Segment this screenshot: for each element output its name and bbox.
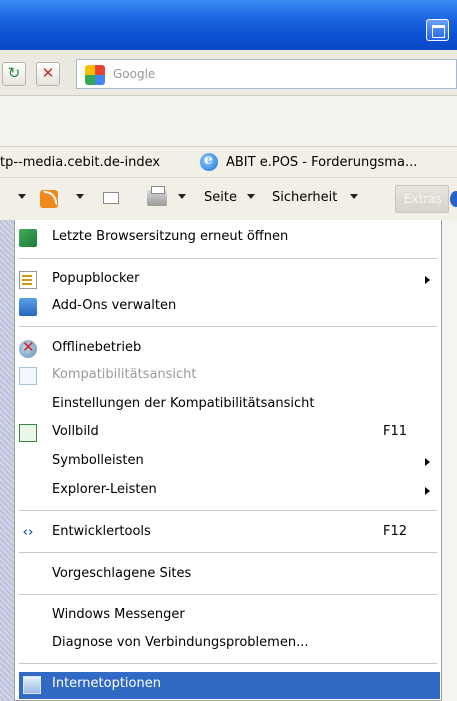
chevron-down-icon[interactable] xyxy=(178,194,186,199)
restore-session-icon xyxy=(19,229,37,247)
menu-item-internet-options[interactable]: Internetoptionen xyxy=(19,672,440,699)
ie-page-icon xyxy=(200,152,218,171)
submenu-arrow-icon xyxy=(425,276,430,284)
stop-icon[interactable]: ✕ xyxy=(36,62,60,86)
menu-item-compat-view: Kompatibilitätsansicht xyxy=(15,363,441,390)
menu-separator xyxy=(19,594,437,595)
menu-item-label: Einstellungen der Kompatibilitätsansicht xyxy=(52,396,315,411)
menu-item-label: Add-Ons verwalten xyxy=(52,298,177,313)
menu-item-label: Diagnose von Verbindungsproblemen... xyxy=(52,635,309,650)
menu-item-developer-tools[interactable]: ‹› Entwicklertools F12 xyxy=(15,520,441,547)
chevron-down-icon[interactable] xyxy=(247,194,255,199)
refresh-icon[interactable]: ↻ xyxy=(2,62,26,86)
chevron-down-icon[interactable] xyxy=(18,194,26,199)
google-icon xyxy=(85,65,105,85)
compat-view-icon xyxy=(19,367,37,385)
menu-item-label: Letzte Browsersitzung erneut öffnen xyxy=(52,229,289,244)
chevron-down-icon[interactable] xyxy=(350,194,358,199)
safety-menu-button[interactable]: Sicherheit xyxy=(272,190,337,205)
menu-item-compat-settings[interactable]: Einstellungen der Kompatibilitätsansicht xyxy=(15,392,441,419)
menu-separator xyxy=(19,552,437,553)
page-content-edge xyxy=(0,220,14,701)
menu-separator xyxy=(19,258,437,259)
menu-item-explorer-bars[interactable]: Explorer-Leisten xyxy=(15,478,441,505)
toolbar-spacer xyxy=(0,96,457,146)
menu-item-label: Kompatibilitätsansicht xyxy=(52,367,197,382)
menu-item-label: Entwicklertools xyxy=(52,524,151,539)
menu-separator xyxy=(19,663,437,664)
command-bar: Seite Sicherheit Extras xyxy=(0,178,457,220)
menu-separator xyxy=(19,326,437,327)
internet-options-icon xyxy=(23,676,41,694)
menu-item-label: Explorer-Leisten xyxy=(52,482,157,497)
menu-item-windows-messenger[interactable]: Windows Messenger xyxy=(15,603,441,630)
maximize-button[interactable] xyxy=(426,19,449,41)
addons-icon xyxy=(19,298,37,316)
menu-item-diagnose-connection[interactable]: Diagnose von Verbindungsproblemen... xyxy=(15,631,441,658)
extras-dropdown-menu: Letzte Browsersitzung erneut öffnen Popu… xyxy=(14,220,442,701)
fullscreen-icon xyxy=(19,424,37,442)
menu-item-label: Symbolleisten xyxy=(52,453,144,468)
extras-menu-button[interactable]: Extras xyxy=(395,185,449,213)
offline-icon xyxy=(19,338,37,358)
search-placeholder: Google xyxy=(113,67,156,81)
menu-item-label: Internetoptionen xyxy=(52,676,161,691)
extras-label: Extras xyxy=(404,192,442,206)
popup-blocker-icon xyxy=(19,271,37,289)
favorites-bar: tp--media.cebit.de-index ABIT e.POS - Fo… xyxy=(0,146,457,178)
address-toolbar: ↻ ✕ Google xyxy=(0,50,457,96)
title-bar xyxy=(0,0,457,50)
mail-icon[interactable] xyxy=(103,192,119,204)
menu-item-label: Popupblocker xyxy=(52,271,140,286)
submenu-arrow-icon xyxy=(425,458,430,466)
menu-item-manage-addons[interactable]: Add-Ons verwalten xyxy=(15,294,441,321)
print-icon[interactable] xyxy=(147,186,167,206)
favorite-link-cebit[interactable]: tp--media.cebit.de-index xyxy=(0,155,160,170)
menu-item-label: Windows Messenger xyxy=(52,607,185,622)
menu-item-label: Offlinebetrieb xyxy=(52,340,142,355)
shortcut-label: F11 xyxy=(383,424,408,439)
page-menu-button[interactable]: Seite xyxy=(204,190,237,205)
search-input[interactable]: Google xyxy=(76,59,457,89)
menu-item-offline[interactable]: Offlinebetrieb xyxy=(15,336,441,363)
menu-item-label: Vollbild xyxy=(52,424,99,439)
menu-item-fullscreen[interactable]: Vollbild F11 xyxy=(15,420,441,447)
shortcut-label: F12 xyxy=(383,524,408,539)
submenu-arrow-icon xyxy=(425,487,430,495)
help-icon[interactable] xyxy=(450,191,457,207)
menu-item-label: Vorgeschlagene Sites xyxy=(52,566,192,581)
menu-separator xyxy=(19,510,437,511)
menu-item-suggested-sites[interactable]: Vorgeschlagene Sites xyxy=(15,562,441,589)
chevron-down-icon[interactable] xyxy=(76,194,84,199)
menu-item-toolbars[interactable]: Symbolleisten xyxy=(15,449,441,476)
rss-feed-icon[interactable] xyxy=(40,190,58,208)
favorite-link-abit[interactable]: ABIT e.POS - Forderungsma... xyxy=(226,155,417,170)
menu-item-popup-blocker[interactable]: Popupblocker xyxy=(15,267,441,294)
devtools-icon: ‹› xyxy=(22,525,34,540)
menu-item-restore-session[interactable]: Letzte Browsersitzung erneut öffnen xyxy=(15,225,441,252)
